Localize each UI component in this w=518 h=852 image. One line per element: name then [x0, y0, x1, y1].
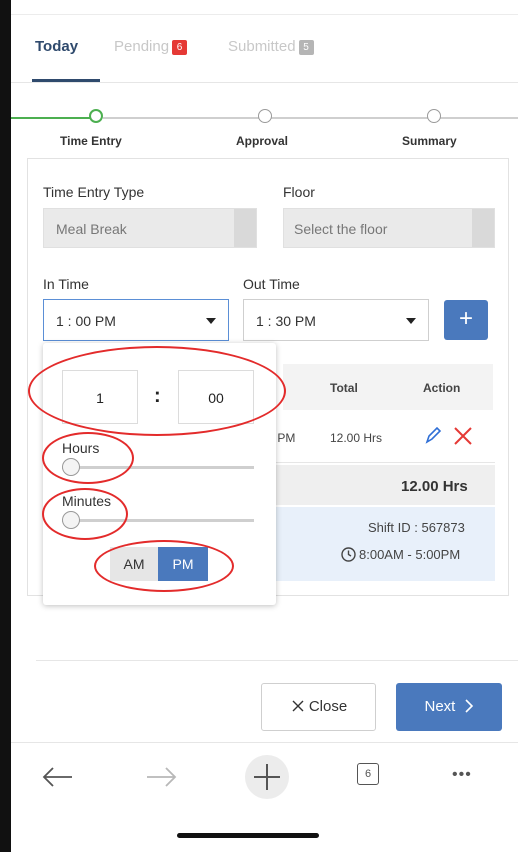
floor-placeholder: Select the floor	[294, 221, 388, 237]
pending-count-badge: 6	[172, 40, 188, 55]
new-tab-button[interactable]	[245, 755, 289, 799]
floor-select[interactable]: Select the floor	[283, 208, 495, 248]
step-time-entry-label: Time Entry	[60, 134, 122, 148]
tab-today-label: Today	[35, 38, 79, 55]
back-arrow-icon[interactable]	[40, 765, 74, 789]
close-button-label: Close	[308, 698, 348, 715]
tabs-divider	[11, 82, 518, 83]
grand-total-value: 12.00 Hrs	[401, 478, 468, 495]
submitted-count-badge: 5	[298, 40, 314, 55]
next-button[interactable]: Next	[396, 683, 502, 731]
home-indicator	[177, 833, 319, 838]
time-entry-type-value: Meal Break	[56, 221, 127, 237]
chevron-right-icon	[464, 685, 474, 733]
shift-info-box	[270, 507, 495, 581]
entries-table-header	[283, 364, 493, 410]
in-time-label: In Time	[43, 276, 89, 292]
select-arrow-box	[234, 209, 256, 247]
row-total: 12.00 Hrs	[330, 431, 383, 445]
tab-today[interactable]: Today	[35, 38, 78, 55]
step-approval-label: Approval	[236, 134, 289, 148]
plus-icon	[254, 764, 280, 790]
annotation-circle-ampm	[94, 540, 234, 592]
stepper-line-done	[11, 117, 95, 119]
left-edge-bar	[0, 0, 11, 852]
tab-submitted-label: Submitted	[228, 38, 296, 55]
next-button-label: Next	[424, 698, 456, 715]
annotation-circle-minutes	[42, 488, 128, 540]
edit-icon[interactable]	[423, 424, 443, 446]
step-summary-label: Summary	[402, 134, 457, 148]
chevron-down-icon	[206, 318, 216, 324]
floor-label: Floor	[283, 184, 315, 200]
select-arrow-box	[472, 209, 494, 247]
annotation-circle-hours	[42, 432, 134, 484]
browser-toolbar-divider	[11, 742, 518, 743]
step-time-entry-dot	[89, 109, 103, 123]
shift-time: 8:00AM - 5:00PM	[359, 547, 461, 562]
footer-divider	[36, 660, 518, 661]
top-divider	[11, 14, 518, 15]
annotation-circle-time-inputs	[28, 346, 286, 436]
step-approval-dot	[258, 109, 272, 123]
delete-icon[interactable]	[452, 425, 474, 447]
time-entry-type-label: Time Entry Type	[43, 184, 145, 200]
in-time-field[interactable]: 1 : 00 PM	[43, 299, 229, 341]
more-options-icon[interactable]: •••	[452, 766, 472, 784]
column-header-total: Total	[330, 381, 358, 395]
shift-id: Shift ID : 567873	[368, 520, 465, 535]
close-button[interactable]: Close	[261, 683, 376, 731]
out-time-value: 1 : 30 PM	[256, 313, 316, 329]
column-header-action: Action	[423, 381, 461, 395]
tab-submitted[interactable]: Submitted 5	[228, 38, 314, 55]
close-icon	[290, 687, 306, 733]
out-time-field[interactable]: 1 : 30 PM	[243, 299, 429, 341]
out-time-label: Out Time	[243, 276, 300, 292]
tab-count-button[interactable]: 6	[357, 763, 379, 785]
plus-icon: +	[458, 305, 473, 332]
chevron-down-icon	[406, 318, 416, 324]
forward-arrow-icon[interactable]	[145, 765, 179, 789]
tab-pending[interactable]: Pending 6	[114, 38, 188, 55]
tab-pending-label: Pending	[114, 38, 170, 55]
clock-icon	[340, 546, 357, 563]
add-entry-button[interactable]: +	[444, 300, 488, 340]
step-summary-dot	[427, 109, 441, 123]
stepper-line-pending	[103, 117, 518, 119]
time-entry-type-select[interactable]: Meal Break	[43, 208, 257, 248]
in-time-value: 1 : 00 PM	[56, 313, 116, 329]
